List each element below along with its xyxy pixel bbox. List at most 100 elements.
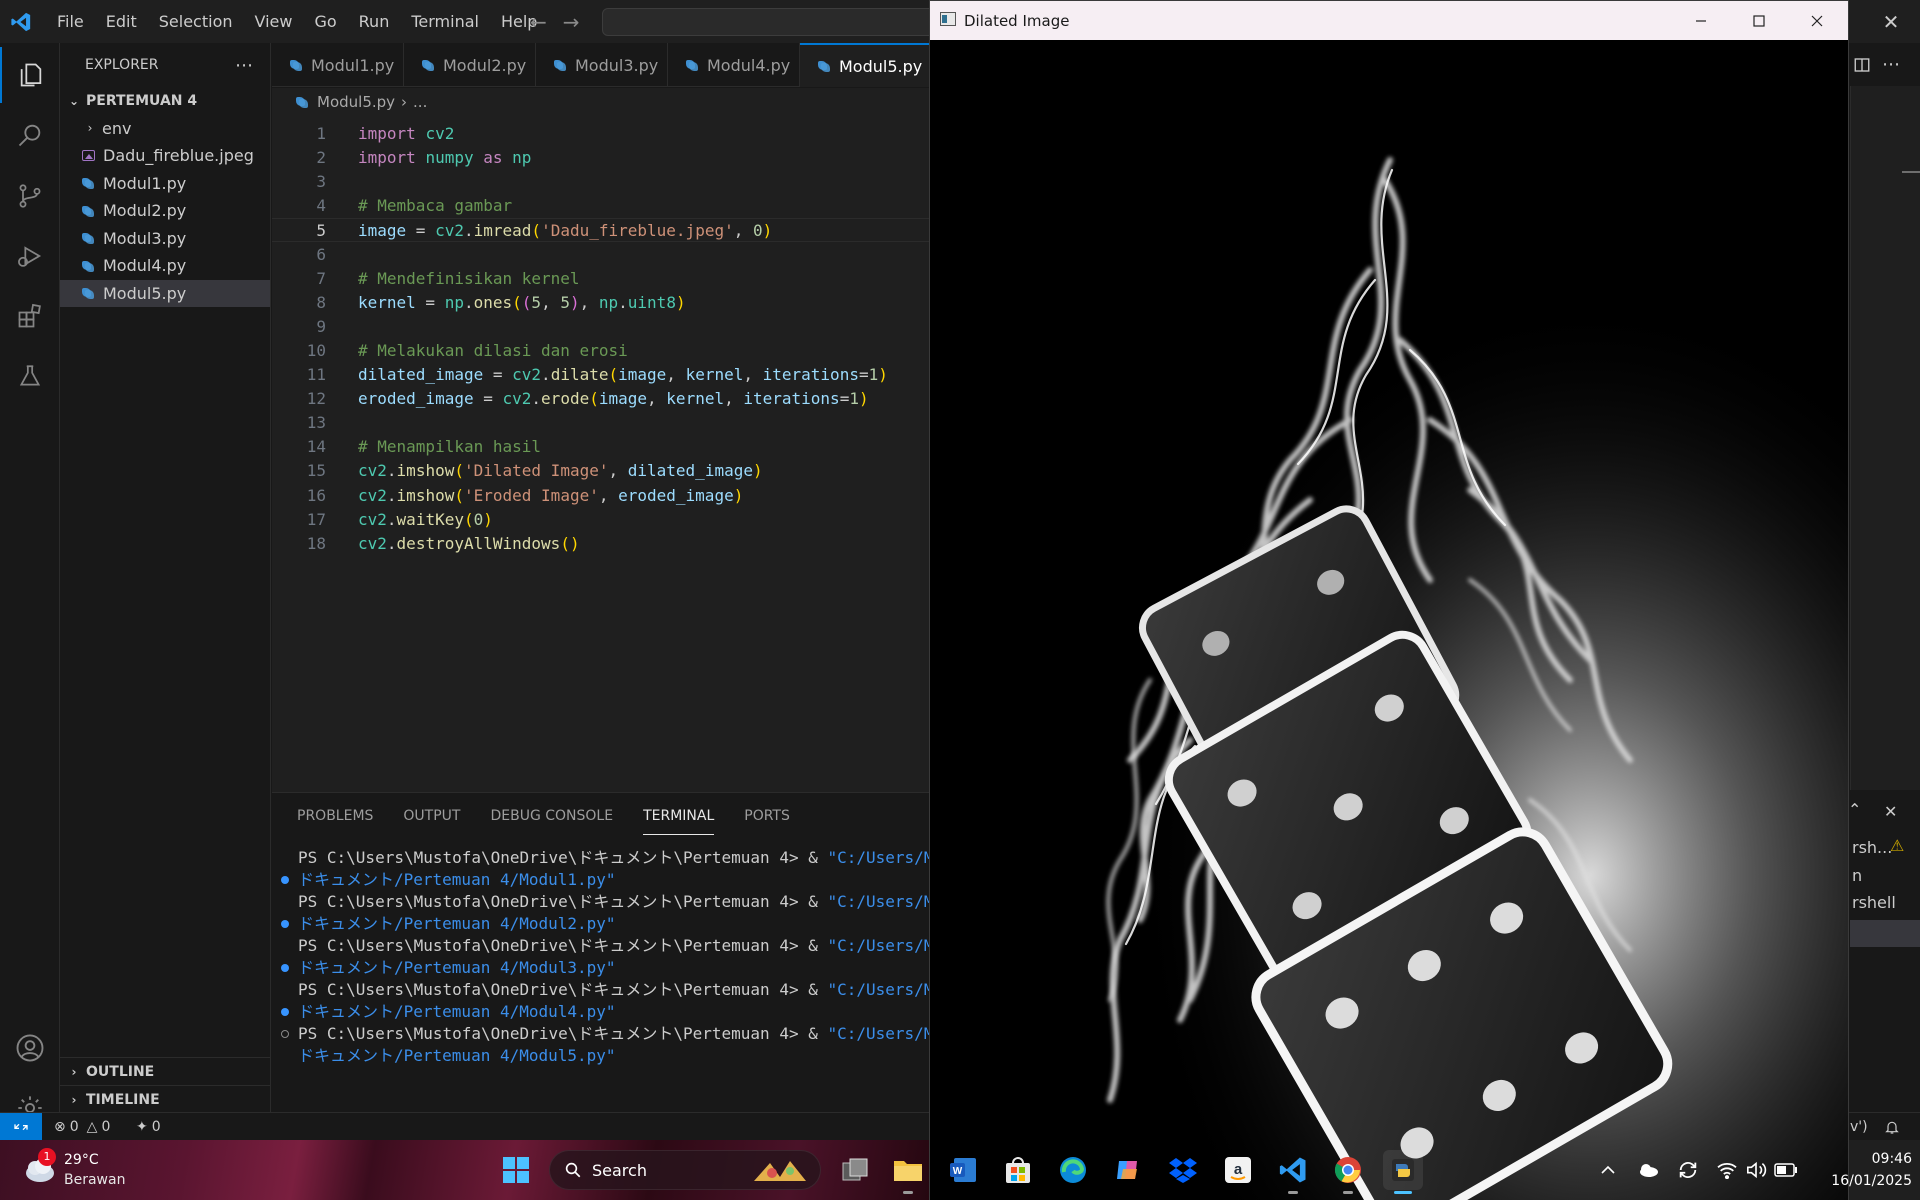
vscode-taskbar-button[interactable] — [1273, 1150, 1313, 1194]
breadcrumb-file[interactable]: Modul5.py — [317, 93, 395, 111]
editor-tab[interactable]: Modul4.py — [668, 43, 800, 87]
bottom-panel: PROBLEMS OUTPUT DEBUG CONSOLE TERMINAL PORTS… — [272, 792, 953, 1112]
status-right-text[interactable]: v') — [1850, 1113, 1868, 1140]
python-file-icon — [290, 59, 302, 71]
chevron-up-icon[interactable]: ⌃ — [1848, 800, 1861, 819]
outline-section[interactable]: › OUTLINE — [60, 1057, 271, 1085]
error-count: 0 — [69, 1118, 79, 1135]
search-label: Search — [592, 1160, 647, 1180]
tree-file[interactable]: Modul3.py — [60, 225, 270, 253]
maximize-icon[interactable] — [1730, 1, 1788, 40]
ports-count: 0 — [151, 1118, 161, 1135]
panel-tab-ports[interactable]: PORTS — [744, 798, 790, 834]
terminal-command-continued: ドキュメント/Pertemuan 4/Modul4.py" — [298, 1002, 616, 1021]
code-editor[interactable]: 1 import cv2 2 import numpy as np 3 4 # Membac… — [272, 116, 932, 792]
start-button[interactable] — [496, 1150, 536, 1190]
minimap-slider[interactable] — [1902, 171, 1920, 173]
code-line: 16 cv2.imshow('Eroded Image', eroded_imag… — [272, 484, 932, 508]
explorer-icon[interactable] — [0, 47, 60, 103]
close-icon[interactable]: ✕ — [1876, 8, 1906, 36]
line-code: eroded_image = cv2.erode(image, kernel, … — [358, 389, 869, 409]
sync-tray[interactable] — [1668, 1150, 1708, 1190]
problems-indicator[interactable]: ⊗ 0 △ 0 — [54, 1113, 110, 1140]
search-icon[interactable] — [0, 107, 60, 163]
copilot-button[interactable] — [1108, 1150, 1148, 1190]
command-center[interactable] — [602, 8, 942, 36]
more-actions-icon[interactable]: ⋯ — [235, 55, 254, 76]
tree-file[interactable]: Modul4.py — [60, 252, 270, 280]
minimize-icon[interactable] — [1672, 1, 1730, 40]
panel-tab-output[interactable]: OUTPUT — [403, 798, 460, 834]
more-actions-icon[interactable]: ⋯ — [1882, 54, 1900, 75]
line-number: 18 — [306, 533, 326, 553]
forward-arrow-icon[interactable]: → — [563, 10, 580, 34]
tree-file[interactable]: Modul1.py — [60, 170, 270, 198]
breadcrumb-symbol[interactable]: ... — [413, 93, 427, 111]
editor-tab[interactable]: Modul1.py — [272, 43, 404, 87]
taskbar-clock[interactable]: 09:46 16/01/2025 — [1812, 1148, 1912, 1192]
workspace-folder[interactable]: ⌄ PERTEMUAN 4 — [60, 87, 270, 115]
ports-indicator[interactable]: ✦ 0 — [136, 1113, 161, 1140]
tree-file[interactable]: Modul5.py — [60, 279, 270, 307]
back-arrow-icon[interactable]: ← — [530, 10, 547, 34]
source-control-icon[interactable] — [0, 168, 60, 224]
tree-file[interactable]: Dadu_fireblue.jpeg — [60, 142, 270, 170]
terminal-command-continued: ドキュメント/Pertemuan 4/Modul3.py" — [298, 958, 616, 977]
word-button[interactable]: W — [943, 1150, 983, 1190]
tree-item-label: Modul2.py — [103, 201, 187, 221]
timeline-section[interactable]: › TIMELINE — [60, 1085, 271, 1113]
dropbox-button[interactable] — [1163, 1150, 1203, 1190]
terminal-list-item[interactable]: n — [1852, 866, 1862, 885]
panel-tab-problems[interactable]: PROBLEMS — [297, 798, 373, 834]
menu-item-run[interactable]: Run — [348, 0, 401, 43]
testing-icon[interactable] — [0, 348, 60, 404]
notifications-bell-icon[interactable] — [1884, 1113, 1900, 1140]
editor-tab[interactable]: Modul2.py — [404, 43, 536, 87]
tree-folder[interactable]: › env — [60, 115, 270, 143]
file-explorer-button[interactable] — [888, 1150, 928, 1194]
edge-button[interactable] — [1053, 1150, 1093, 1190]
menu-item-file[interactable]: File — [46, 0, 95, 43]
task-view-button[interactable] — [835, 1150, 875, 1190]
extensions-icon[interactable] — [0, 288, 60, 344]
editor-tab[interactable]: Modul5.py — [800, 43, 932, 87]
menu-item-terminal[interactable]: Terminal — [400, 0, 490, 43]
line-number: 14 — [306, 437, 326, 457]
show-hidden-icons[interactable] — [1588, 1150, 1628, 1190]
panel-tab-debug-console[interactable]: DEBUG CONSOLE — [490, 798, 613, 834]
python-file-icon — [82, 177, 94, 190]
run-debug-icon[interactable] — [0, 228, 60, 284]
tree-item-label: Dadu_fireblue.jpeg — [103, 146, 254, 166]
onedrive-tray[interactable] — [1628, 1150, 1668, 1190]
python-window-button[interactable] — [1383, 1150, 1423, 1194]
tree-item-label: Modul5.py — [103, 283, 187, 303]
command-pending-icon — [281, 1030, 289, 1038]
microsoft-store-button[interactable] — [998, 1150, 1038, 1190]
account-icon[interactable] — [0, 1020, 60, 1076]
python-file-icon — [686, 59, 698, 71]
battery-tray[interactable] — [1766, 1150, 1806, 1190]
active-indicator — [1394, 1191, 1412, 1194]
weather-widget[interactable]: 1 29°C Berawan — [20, 1148, 150, 1192]
panel-tab-terminal[interactable]: TERMINAL — [643, 798, 715, 835]
amazon-button[interactable]: a — [1218, 1150, 1258, 1190]
chevron-down-icon: ⌄ — [68, 93, 80, 108]
menu-item-go[interactable]: Go — [303, 0, 347, 43]
menu-item-edit[interactable]: Edit — [95, 0, 148, 43]
opencv-title-bar[interactable]: Dilated Image — [930, 1, 1848, 40]
close-icon[interactable] — [1788, 1, 1846, 40]
menu-item-view[interactable]: View — [244, 0, 304, 43]
remote-indicator-icon[interactable] — [0, 1113, 42, 1140]
split-editor-icon[interactable] — [1853, 56, 1871, 78]
terminal-list-item[interactable]: rshell — [1852, 893, 1896, 912]
chrome-button[interactable] — [1328, 1150, 1368, 1194]
editor-tab[interactable]: Modul3.py — [536, 43, 668, 87]
tree-file[interactable]: Modul2.py — [60, 197, 270, 225]
running-indicator — [903, 1191, 913, 1194]
terminal-list-item[interactable]: rsh... — [1852, 838, 1892, 857]
taskbar-search[interactable]: Search — [549, 1150, 821, 1190]
fire-dice-image — [930, 40, 1848, 1200]
menu-item-selection[interactable]: Selection — [148, 0, 244, 43]
running-indicator — [1288, 1191, 1298, 1194]
close-panel-icon[interactable]: ✕ — [1884, 802, 1897, 821]
